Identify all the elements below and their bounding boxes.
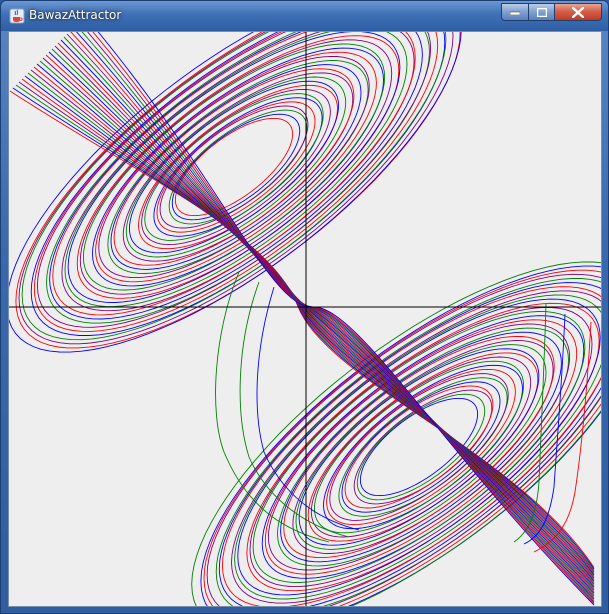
- minimize-icon: [510, 11, 520, 15]
- app-window: BawazAttractor: [0, 0, 609, 614]
- trajectory-orbit: [33, 32, 439, 332]
- trajectory-orbit: [61, 32, 415, 312]
- attractor-canvas: [8, 31, 602, 607]
- trajectory-orbit: [49, 32, 423, 320]
- trajectory-orbit: [76, 35, 400, 299]
- trajectory-orbit: [9, 32, 462, 353]
- trajectory-orbit: [159, 105, 309, 229]
- minimize-button[interactable]: [501, 3, 529, 21]
- maximize-button[interactable]: [528, 3, 555, 21]
- title-bar[interactable]: BawazAttractor: [1, 1, 608, 31]
- java-cup-icon: [9, 8, 25, 24]
- close-icon: [572, 6, 584, 18]
- close-button[interactable]: [554, 3, 602, 21]
- trajectory-orbit: [79, 39, 393, 295]
- trajectory-orbit: [215, 278, 601, 606]
- window-title: BawazAttractor: [29, 8, 122, 22]
- attractor-plot: [9, 32, 601, 606]
- maximize-icon: [536, 7, 547, 17]
- trajectory-orbit: [292, 340, 554, 554]
